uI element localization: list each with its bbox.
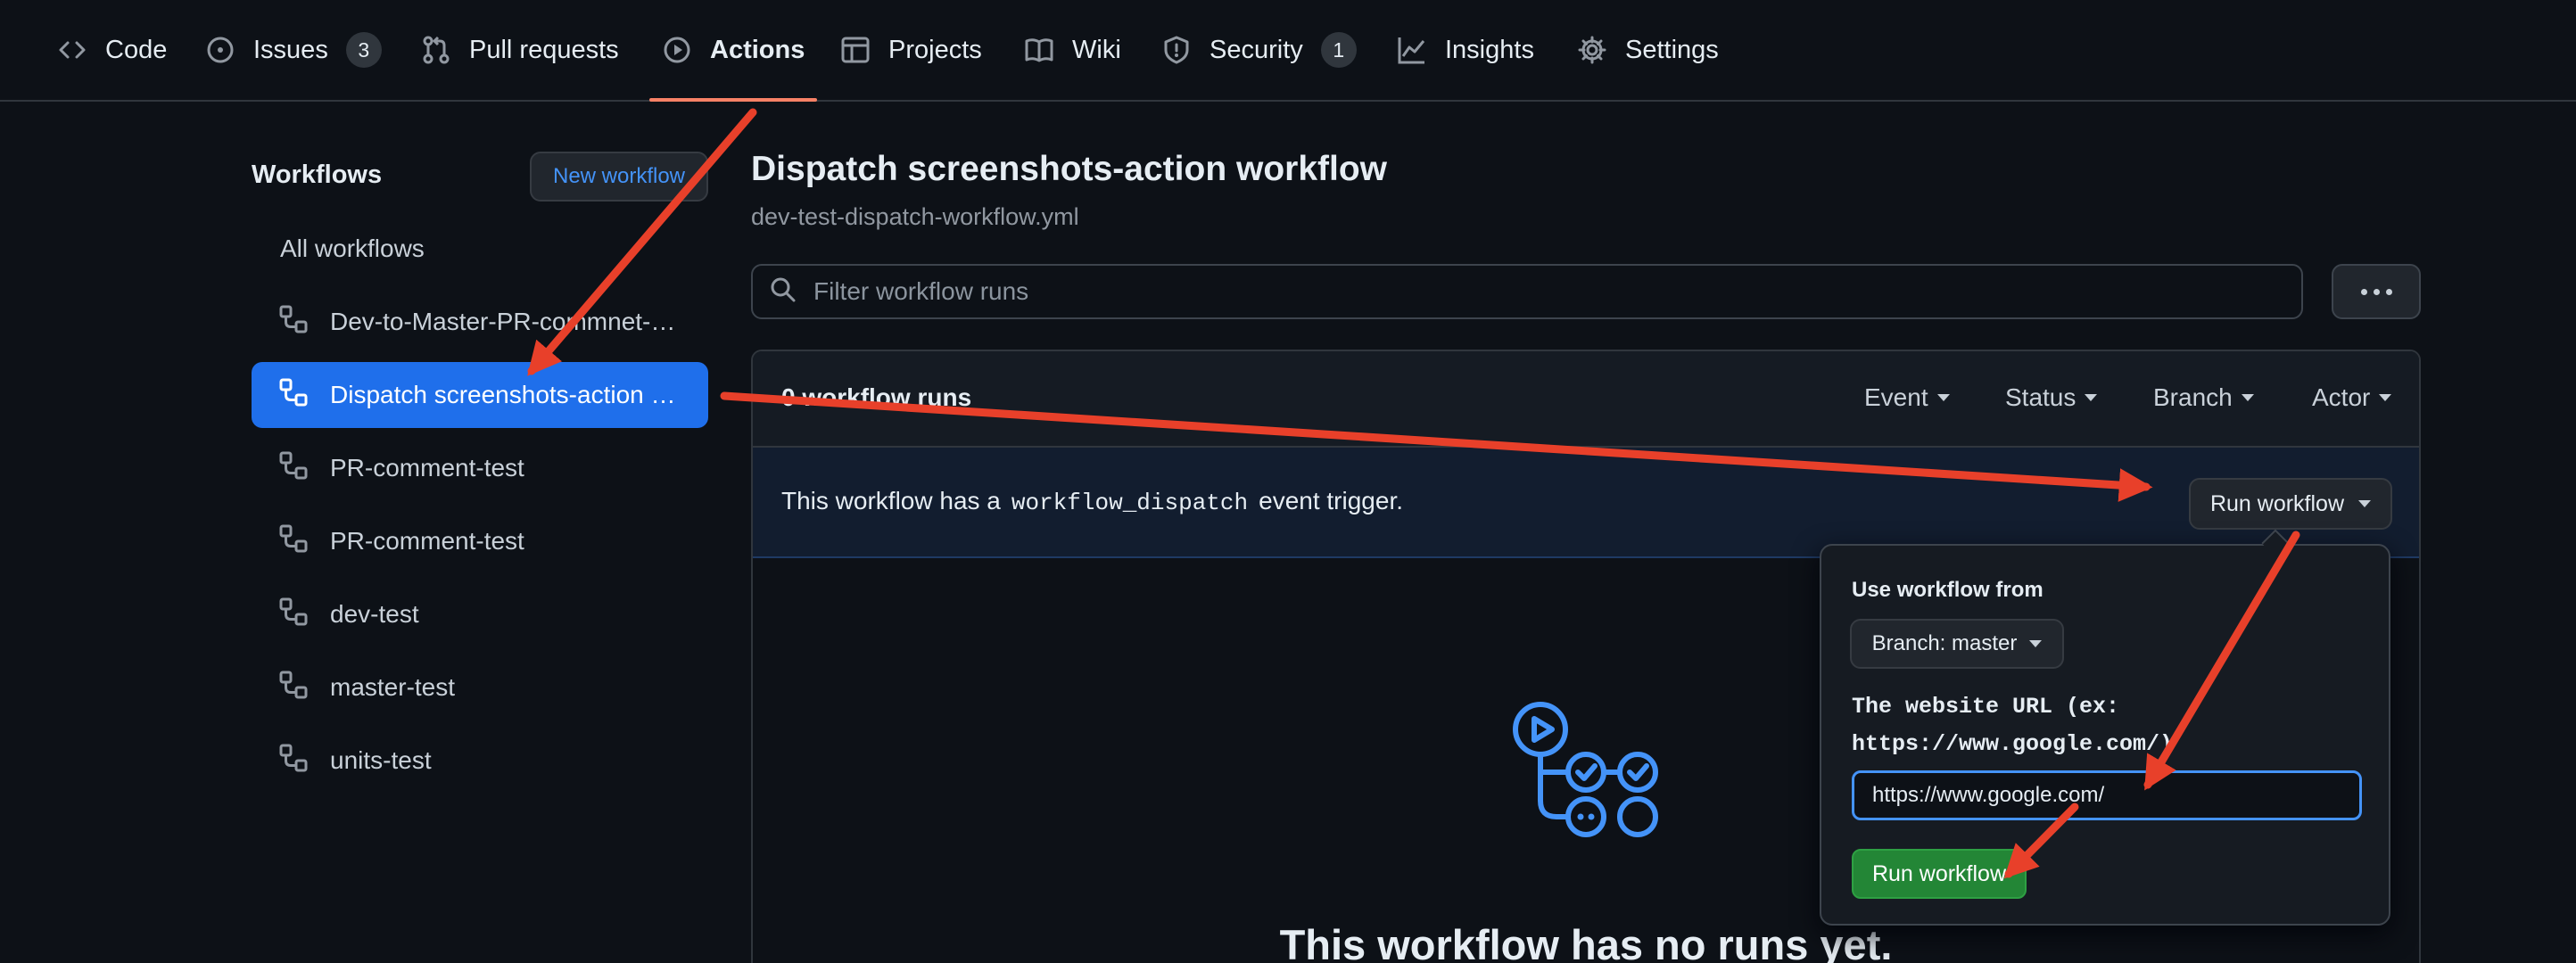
workflow-empty-icon	[1513, 701, 1682, 857]
shield-icon	[1161, 35, 1192, 65]
website-url-label-line: https://www.google.com/)	[1852, 731, 2174, 757]
runs-count: 0 workflow runs	[781, 383, 972, 411]
dropdown-label: Branch	[2153, 383, 2233, 411]
sidebar-item-label: dev-test	[330, 600, 419, 628]
issues-count-badge: 3	[345, 32, 382, 68]
caret-down-icon	[2358, 500, 2372, 507]
code-icon	[57, 35, 87, 65]
actor-filter-dropdown[interactable]: Actor	[2312, 383, 2392, 412]
tab-pull-requests[interactable]: Pull requests	[421, 0, 619, 100]
workflow-icon	[278, 377, 309, 414]
sidebar-item-label: PR-comment-test	[330, 454, 524, 482]
dropdown-label: Event	[1864, 383, 1928, 411]
sidebar-item-label: Dispatch screenshots-action workflow	[330, 381, 678, 408]
branch-select-button[interactable]: Branch: master	[1850, 619, 2064, 669]
workflow-icon	[278, 743, 309, 779]
dispatch-banner: This workflow has a workflow_dispatch even…	[753, 448, 2419, 558]
tab-label: Code	[105, 35, 168, 64]
use-workflow-from-label: Use workflow from	[1852, 578, 2043, 602]
gear-icon	[1577, 35, 1607, 65]
filter-workflow-runs-input[interactable]	[813, 277, 2241, 306]
dispatch-code: workflow_dispatch	[1011, 490, 1249, 516]
run-workflow-dropdown-button[interactable]: Run workflow	[2189, 478, 2392, 530]
tab-insights[interactable]: Insights	[1397, 0, 1534, 100]
sidebar-item-label: master-test	[330, 673, 456, 701]
button-label: Run workflow	[2209, 490, 2345, 516]
caret-down-icon	[2029, 640, 2043, 647]
sidebar-item-workflow[interactable]: dev-test	[252, 581, 708, 647]
run-workflow-submit-button[interactable]: Run workflow	[1852, 849, 2027, 899]
tab-settings[interactable]: Settings	[1577, 0, 1719, 100]
caret-down-icon	[2241, 394, 2254, 401]
website-url-input[interactable]	[1852, 770, 2362, 820]
caret-down-icon	[1936, 394, 1950, 401]
tab-code[interactable]: Code	[57, 0, 167, 100]
runs-header: 0 workflow runs Event Status Branch Acto…	[753, 351, 2419, 448]
dropdown-label: Actor	[2312, 383, 2371, 411]
tab-label: Pull requests	[469, 35, 619, 64]
workflows-heading: Workflows	[252, 160, 383, 189]
button-label: Branch: master	[1871, 631, 2018, 655]
table-icon	[840, 35, 871, 65]
tab-label: Insights	[1445, 35, 1534, 64]
sidebar-item-label: units-test	[330, 746, 432, 774]
sidebar-item-workflow-selected[interactable]: Dispatch screenshots-action workflow	[252, 362, 708, 428]
search-icon	[769, 276, 797, 309]
workflow-icon	[278, 523, 309, 560]
tab-label: Issues	[253, 35, 328, 64]
security-count-badge: 1	[1320, 32, 1357, 68]
graph-icon	[1397, 35, 1427, 65]
workflow-filename-link[interactable]: dev-test-dispatch-workflow.yml	[751, 203, 1079, 231]
page-title: Dispatch screenshots-action workflow	[751, 150, 1387, 188]
branch-filter-dropdown[interactable]: Branch	[2153, 383, 2254, 412]
sidebar-item-all-workflows[interactable]: All workflows	[252, 216, 708, 282]
sidebar-item-workflow[interactable]: PR-comment-test	[252, 508, 708, 574]
tab-label: Security	[1210, 35, 1303, 64]
workflow-icon	[278, 597, 309, 633]
workflow-icon	[278, 670, 309, 706]
tab-issues[interactable]: Issues 3	[205, 0, 382, 100]
dispatch-suffix: event trigger.	[1259, 487, 1403, 514]
git-pull-request-icon	[421, 35, 451, 65]
sidebar-item-workflow[interactable]: Dev-to-Master-PR-commnet-test	[252, 289, 708, 355]
dispatch-message: This workflow has a workflow_dispatch even…	[781, 487, 1403, 516]
tab-wiki[interactable]: Wiki	[1024, 0, 1121, 100]
tab-security[interactable]: Security 1	[1161, 0, 1357, 100]
tab-projects[interactable]: Projects	[840, 0, 982, 100]
issue-opened-icon	[205, 35, 235, 65]
caret-down-icon	[2085, 394, 2098, 401]
sidebar-item-workflow[interactable]: units-test	[252, 728, 708, 794]
tab-actions[interactable]: Actions	[648, 0, 818, 102]
sidebar-item-label: Dev-to-Master-PR-commnet-test	[330, 308, 678, 335]
run-workflow-popover: Use workflow from Branch: master The web…	[1820, 544, 2390, 926]
sidebar-item-label: PR-comment-test	[330, 527, 524, 555]
status-filter-dropdown[interactable]: Status	[2005, 383, 2098, 412]
sidebar-item-label: All workflows	[280, 235, 425, 262]
dropdown-label: Status	[2005, 383, 2076, 411]
event-filter-dropdown[interactable]: Event	[1864, 383, 1950, 412]
sidebar-item-workflow[interactable]: PR-comment-test	[252, 435, 708, 501]
empty-state-title: This workflow has no runs yet.	[1279, 921, 1893, 963]
tab-label: Projects	[888, 35, 982, 64]
book-icon	[1024, 35, 1054, 65]
repo-nav: Code Issues 3 Pull requests Actions Proj…	[0, 0, 2576, 102]
tab-label: Wiki	[1072, 35, 1121, 64]
website-url-label-line: The website URL (ex:	[1852, 694, 2120, 720]
caret-down-icon	[2379, 394, 2392, 401]
tab-label: Settings	[1625, 35, 1719, 64]
filter-box	[751, 264, 2303, 319]
kebab-horizontal-icon	[2360, 288, 2367, 295]
workflow-icon	[278, 304, 309, 341]
more-options-button[interactable]	[2332, 264, 2421, 319]
tab-label: Actions	[710, 35, 805, 64]
website-url-label: The website URL (ex: https://www.google.…	[1852, 688, 2173, 763]
new-workflow-button[interactable]: New workflow	[530, 152, 708, 202]
dispatch-prefix: This workflow has a	[781, 487, 1001, 514]
sidebar-item-workflow[interactable]: master-test	[252, 654, 708, 720]
play-icon	[662, 35, 692, 65]
workflow-icon	[278, 450, 309, 487]
